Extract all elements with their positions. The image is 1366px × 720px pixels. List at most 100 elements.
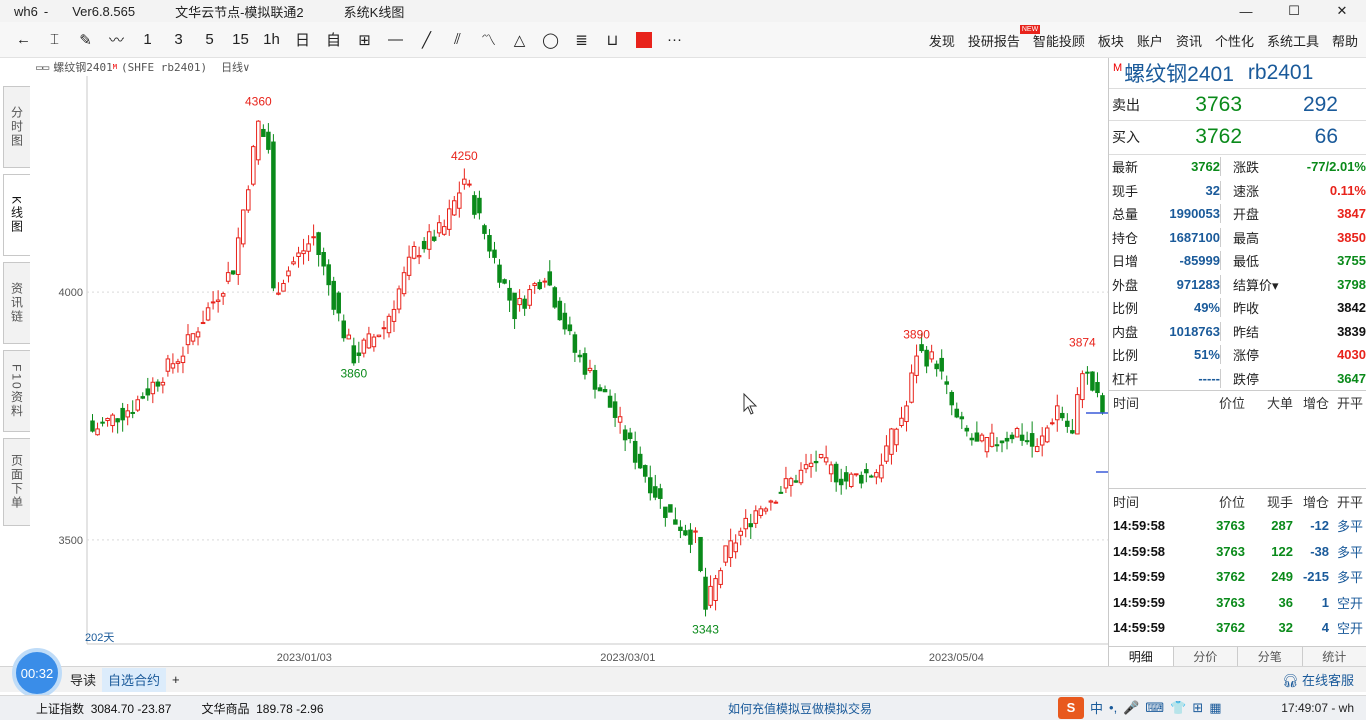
menu-item[interactable]: 系统工具 <box>1267 31 1319 50</box>
left-tab[interactable]: K线图 <box>3 174 30 256</box>
tray-icon[interactable]: 👕 <box>1170 700 1186 716</box>
period-select[interactable]: 日线∨ <box>221 59 250 75</box>
candle-down <box>999 440 1005 444</box>
menu-item[interactable]: 账户 <box>1137 31 1163 50</box>
maximize-button[interactable]: ☐ <box>1270 0 1318 22</box>
bottom-tab[interactable]: 自选合约 <box>102 667 167 692</box>
menu-item[interactable]: 资讯 <box>1176 31 1202 50</box>
tray-icon[interactable]: 🎤 <box>1123 700 1139 716</box>
stat-row: 持仓 1687100 最高 3850 <box>1109 226 1366 250</box>
candle-down <box>622 429 628 441</box>
tick-row: 14:59:59 3762 249 -215 多平 <box>1109 564 1366 590</box>
candle-up <box>693 530 698 533</box>
detail-tab[interactable]: 统计 <box>1303 647 1366 666</box>
tray-icon[interactable]: ⌨ <box>1145 700 1164 716</box>
online-service[interactable]: 🎧︎ 在线客服 <box>1282 670 1354 689</box>
period-3[interactable]: 3 <box>163 25 194 55</box>
draw-icon[interactable]: ✎ <box>70 25 101 55</box>
fib-icon[interactable]: ≣ <box>566 25 597 55</box>
stat-value: 3850 <box>1337 229 1366 245</box>
index-shanghai[interactable]: 上证指数 3084.70 -23.87 <box>36 700 171 717</box>
color-icon[interactable] <box>628 25 659 55</box>
tray-icon[interactable]: ▦ <box>1209 700 1221 716</box>
left-tab[interactable]: 资讯链 <box>3 262 30 344</box>
detail-tab[interactable]: 分价 <box>1174 647 1238 666</box>
left-tab[interactable]: 页面下单 <box>3 438 30 526</box>
candle-down <box>1065 420 1070 427</box>
wave-icon[interactable]: 〽 <box>473 25 504 55</box>
period-5[interactable]: 5 <box>194 25 225 55</box>
line-icon[interactable]: ╱ <box>411 25 442 55</box>
headset-icon: 🎧︎ <box>1281 673 1299 688</box>
candle-up <box>105 417 110 422</box>
menu-item[interactable]: 发现 <box>929 31 955 50</box>
status-link[interactable]: 如何充值模拟豆做模拟交易 <box>728 700 872 717</box>
bottom-tab[interactable]: + <box>166 668 186 692</box>
kline-chart[interactable]: 4000 3500 2023/01/03 2023/03/01 2023/05/04 20… <box>30 76 1108 666</box>
custom-icon[interactable]: 自 <box>318 25 349 55</box>
candle-down <box>859 474 864 484</box>
ruler-icon[interactable]: ⊔ <box>597 25 628 55</box>
candle-down <box>321 252 326 267</box>
candle-icon[interactable]: ⌶ <box>39 25 70 55</box>
period-1[interactable]: 1 <box>132 25 163 55</box>
detail-tab[interactable]: 明细 <box>1109 647 1174 666</box>
menu-item[interactable]: 板块 <box>1098 31 1124 50</box>
y-tick-label: 4000 <box>59 287 83 299</box>
tray-icon[interactable]: •, <box>1109 700 1117 715</box>
tick-table: 时间 价位 现手 增仓 开平 14:59:58 3763 287 -12 多平 14:59:58 37… <box>1109 488 1366 641</box>
period-1h[interactable]: 1h <box>256 25 287 55</box>
close-button[interactable]: ✕ <box>1318 0 1366 22</box>
stat-row: 外盘 971283 结算价▾ 3798 <box>1109 273 1366 297</box>
triangle-icon[interactable]: △ <box>504 25 535 55</box>
candle-down <box>934 363 939 370</box>
stat-label: 日增 <box>1112 254 1139 270</box>
menu-item[interactable]: 智能投顾 <box>1033 31 1085 50</box>
buy-row[interactable]: 买入 3762 66 <box>1109 120 1366 152</box>
column-header: 现手 <box>1266 494 1293 510</box>
index-name: 文华商品 <box>201 701 250 716</box>
menu-item[interactable]: 个性化 <box>1215 31 1254 50</box>
stat-label: 现手 <box>1112 183 1139 199</box>
hline-icon[interactable]: — <box>380 25 411 55</box>
parallel-icon[interactable]: ⫽ <box>442 25 473 55</box>
stat-value: 971283 <box>1176 276 1220 292</box>
candle-down <box>627 432 633 439</box>
candle-down <box>522 298 527 309</box>
layout-icon[interactable]: ⊞ <box>349 25 380 55</box>
menu-item[interactable]: 帮助 <box>1332 31 1358 50</box>
left-tab[interactable]: 分时图 <box>3 86 30 168</box>
candle-down <box>482 225 487 234</box>
chart-drag-icon[interactable]: ▭▭ <box>36 61 49 74</box>
candle-down <box>778 491 784 494</box>
stat-row: 最新 3762 涨跌 -77/2.01% <box>1109 155 1366 179</box>
sogou-icon[interactable]: S <box>1058 696 1084 719</box>
detail-tab[interactable]: 分笔 <box>1238 647 1303 666</box>
left-tab[interactable]: F10资料 <box>3 350 30 432</box>
candle-down <box>944 381 949 385</box>
period-15[interactable]: 15 <box>225 25 256 55</box>
candle-up <box>386 315 392 334</box>
sell-row[interactable]: 卖出 3763 292 <box>1109 88 1366 120</box>
back-icon[interactable]: ← <box>8 25 39 55</box>
menu-item-label: 账户 <box>1136 33 1163 49</box>
ellipse-icon[interactable]: ◯ <box>535 25 566 55</box>
tray-icon[interactable]: ⊞ <box>1192 700 1203 716</box>
candle-up <box>205 307 211 321</box>
title-separator: - <box>43 3 49 19</box>
candle-up <box>170 363 176 369</box>
minimize-button[interactable]: — <box>1222 0 1270 22</box>
trend-icon[interactable]: 〰 <box>101 25 132 55</box>
candle-up <box>281 282 286 292</box>
candle-up <box>1080 373 1085 401</box>
tray-icon[interactable]: 中 <box>1090 698 1103 717</box>
bottom-tab[interactable]: 导读 <box>64 668 102 692</box>
candle-down <box>673 519 678 525</box>
more-icon[interactable]: ··· <box>659 25 690 55</box>
index-wenhua[interactable]: 文华商品 189.78 -2.96 <box>201 700 323 717</box>
menu-item[interactable]: 投研报告 NEW <box>968 24 1041 50</box>
timer-badge[interactable]: 00:32 <box>12 648 62 698</box>
menu-item-label: 发现 <box>928 33 955 49</box>
stat-value: 3798 <box>1337 276 1366 292</box>
day-icon[interactable]: 日 <box>287 25 318 55</box>
